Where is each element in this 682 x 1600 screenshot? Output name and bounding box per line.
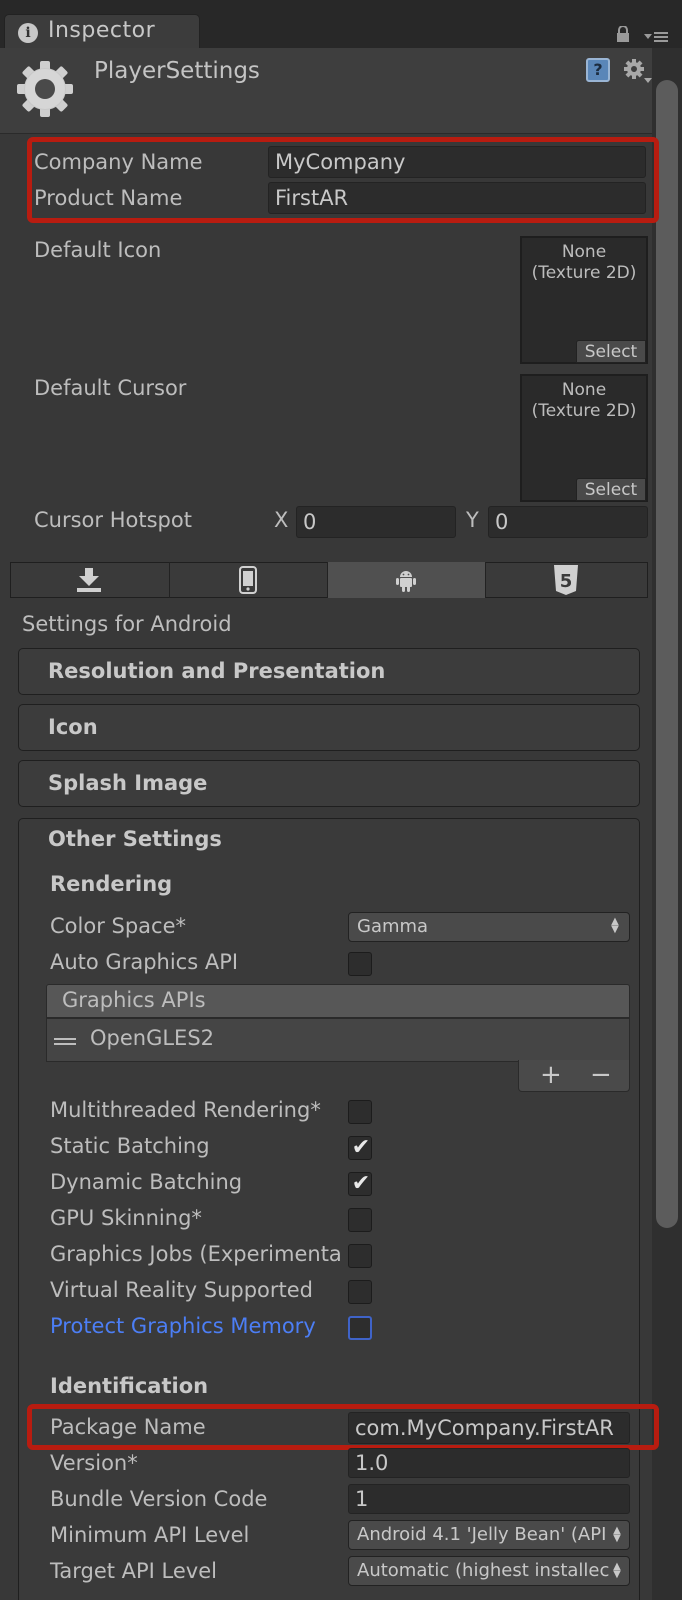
target-api-level-value: Automatic (highest installec xyxy=(357,1560,610,1581)
section-icon[interactable] xyxy=(18,704,640,751)
virtual-reality-label: Virtual Reality Supported xyxy=(50,1278,314,1302)
platform-tab-android[interactable] xyxy=(328,562,486,598)
multithreaded-rendering-checkbox[interactable] xyxy=(348,1100,372,1124)
scrollbar-thumb[interactable] xyxy=(656,80,678,1228)
bundle-version-code-field[interactable]: 1 xyxy=(348,1484,630,1514)
graphics-apis-heading: Graphics APIs xyxy=(62,988,206,1012)
player-settings-gear-icon xyxy=(17,61,73,117)
gpu-skinning-checkbox[interactable] xyxy=(348,1208,372,1232)
virtual-reality-checkbox[interactable] xyxy=(348,1280,372,1304)
color-space-arrows-icon: ▲ ▼ xyxy=(611,916,619,935)
package-name-label: Package Name xyxy=(50,1415,206,1439)
static-batching-checkmark-icon: ✔ xyxy=(351,1135,371,1160)
platform-tab-standalone[interactable] xyxy=(10,562,170,598)
html5-glyph: 5 xyxy=(560,571,573,592)
phone-icon xyxy=(239,566,257,594)
auto-graphics-api-checkbox[interactable] xyxy=(348,952,372,976)
target-api-level-label: Target API Level xyxy=(50,1559,217,1583)
product-name-field[interactable]: FirstAR xyxy=(268,182,646,214)
color-space-value: Gamma xyxy=(357,916,429,937)
static-batching-label: Static Batching xyxy=(50,1134,210,1158)
product-name-label: Product Name xyxy=(34,186,183,210)
inspector-tab-title: Inspector xyxy=(48,18,156,43)
section-resolution-title[interactable]: Resolution and Presentation xyxy=(48,659,385,683)
remove-graphics-api-button[interactable]: − xyxy=(590,1060,612,1090)
cursor-hotspot-label: Cursor Hotspot xyxy=(34,508,192,532)
graphics-jobs-label: Graphics Jobs (Experimenta xyxy=(50,1242,342,1266)
color-space-label: Color Space* xyxy=(50,914,186,938)
graphics-jobs-checkbox[interactable] xyxy=(348,1244,372,1268)
min-api-arrows-icon: ▲ ▼ xyxy=(611,1526,623,1544)
protect-graphics-memory-checkbox[interactable] xyxy=(348,1316,372,1340)
dynamic-batching-checkmark-icon: ✔ xyxy=(351,1171,371,1196)
tab-menu-icon[interactable] xyxy=(644,30,668,42)
company-name-field[interactable]: MyCompany xyxy=(268,146,646,178)
default-icon-label: Default Icon xyxy=(34,238,162,262)
default-icon-select-button[interactable]: Select xyxy=(576,340,646,363)
platform-tab-webgl[interactable]: 5 xyxy=(486,562,648,598)
default-cursor-type-text: (Texture 2D) xyxy=(531,401,637,421)
min-api-level-dropdown[interactable]: Android 4.1 'Jelly Bean' (API xyxy=(348,1520,630,1550)
target-api-arrows-icon: ▲ ▼ xyxy=(611,1562,623,1580)
html5-icon: 5 xyxy=(554,565,578,595)
graphics-apis-list-footer xyxy=(518,1060,630,1092)
platform-tab-ios[interactable] xyxy=(170,562,328,598)
lock-icon[interactable] xyxy=(616,26,630,42)
section-icon-title[interactable]: Icon xyxy=(48,715,98,739)
settings-for-label: Settings for Android xyxy=(22,612,232,636)
min-api-level-value: Android 4.1 'Jelly Bean' (API xyxy=(357,1524,607,1545)
protect-graphics-memory-label: Protect Graphics Memory xyxy=(50,1314,316,1338)
download-icon xyxy=(77,568,101,592)
dynamic-batching-label: Dynamic Batching xyxy=(50,1170,243,1194)
hotspot-y-label: Y xyxy=(466,508,479,532)
hotspot-x-label: X xyxy=(274,508,289,532)
drag-handle-icon-line[interactable] xyxy=(54,1043,76,1045)
auto-graphics-api-label: Auto Graphics API xyxy=(50,950,239,974)
bundle-version-code-label: Bundle Version Code xyxy=(50,1487,268,1511)
graphics-api-item[interactable]: OpenGLES2 xyxy=(90,1026,214,1050)
default-icon-none-text: None xyxy=(561,242,607,262)
section-splash-title[interactable]: Splash Image xyxy=(48,771,207,795)
package-name-field[interactable]: com.MyCompany.FirstAR xyxy=(348,1412,630,1444)
gpu-skinning-label: GPU Skinning* xyxy=(50,1206,202,1230)
multithreaded-rendering-label: Multithreaded Rendering* xyxy=(50,1098,321,1122)
drag-handle-icon[interactable] xyxy=(54,1038,76,1040)
header-title: PlayerSettings xyxy=(94,58,260,84)
section-other-title[interactable]: Other Settings xyxy=(48,827,222,851)
identification-heading: Identification xyxy=(50,1374,209,1398)
default-cursor-label: Default Cursor xyxy=(34,376,187,400)
min-api-level-label: Minimum API Level xyxy=(50,1523,250,1547)
add-graphics-api-button[interactable]: + xyxy=(540,1060,562,1090)
company-name-label: Company Name xyxy=(34,150,203,174)
target-api-level-dropdown[interactable]: Automatic (highest installec xyxy=(348,1556,630,1586)
version-field[interactable]: 1.0 xyxy=(348,1448,630,1478)
hotspot-x-field[interactable]: 0 xyxy=(296,506,456,538)
help-book-icon[interactable]: ? xyxy=(586,58,610,82)
default-icon-type-text: (Texture 2D) xyxy=(531,263,637,283)
hotspot-y-field[interactable]: 0 xyxy=(488,506,648,538)
version-label: Version* xyxy=(50,1451,138,1475)
info-icon: i xyxy=(18,23,38,43)
android-icon xyxy=(396,571,416,592)
default-cursor-none-text: None xyxy=(561,380,607,400)
color-space-dropdown[interactable]: Gamma xyxy=(348,912,630,942)
component-settings-gear-icon[interactable] xyxy=(622,58,652,84)
rendering-heading: Rendering xyxy=(50,872,173,896)
default-cursor-select-button[interactable]: Select xyxy=(576,478,646,501)
